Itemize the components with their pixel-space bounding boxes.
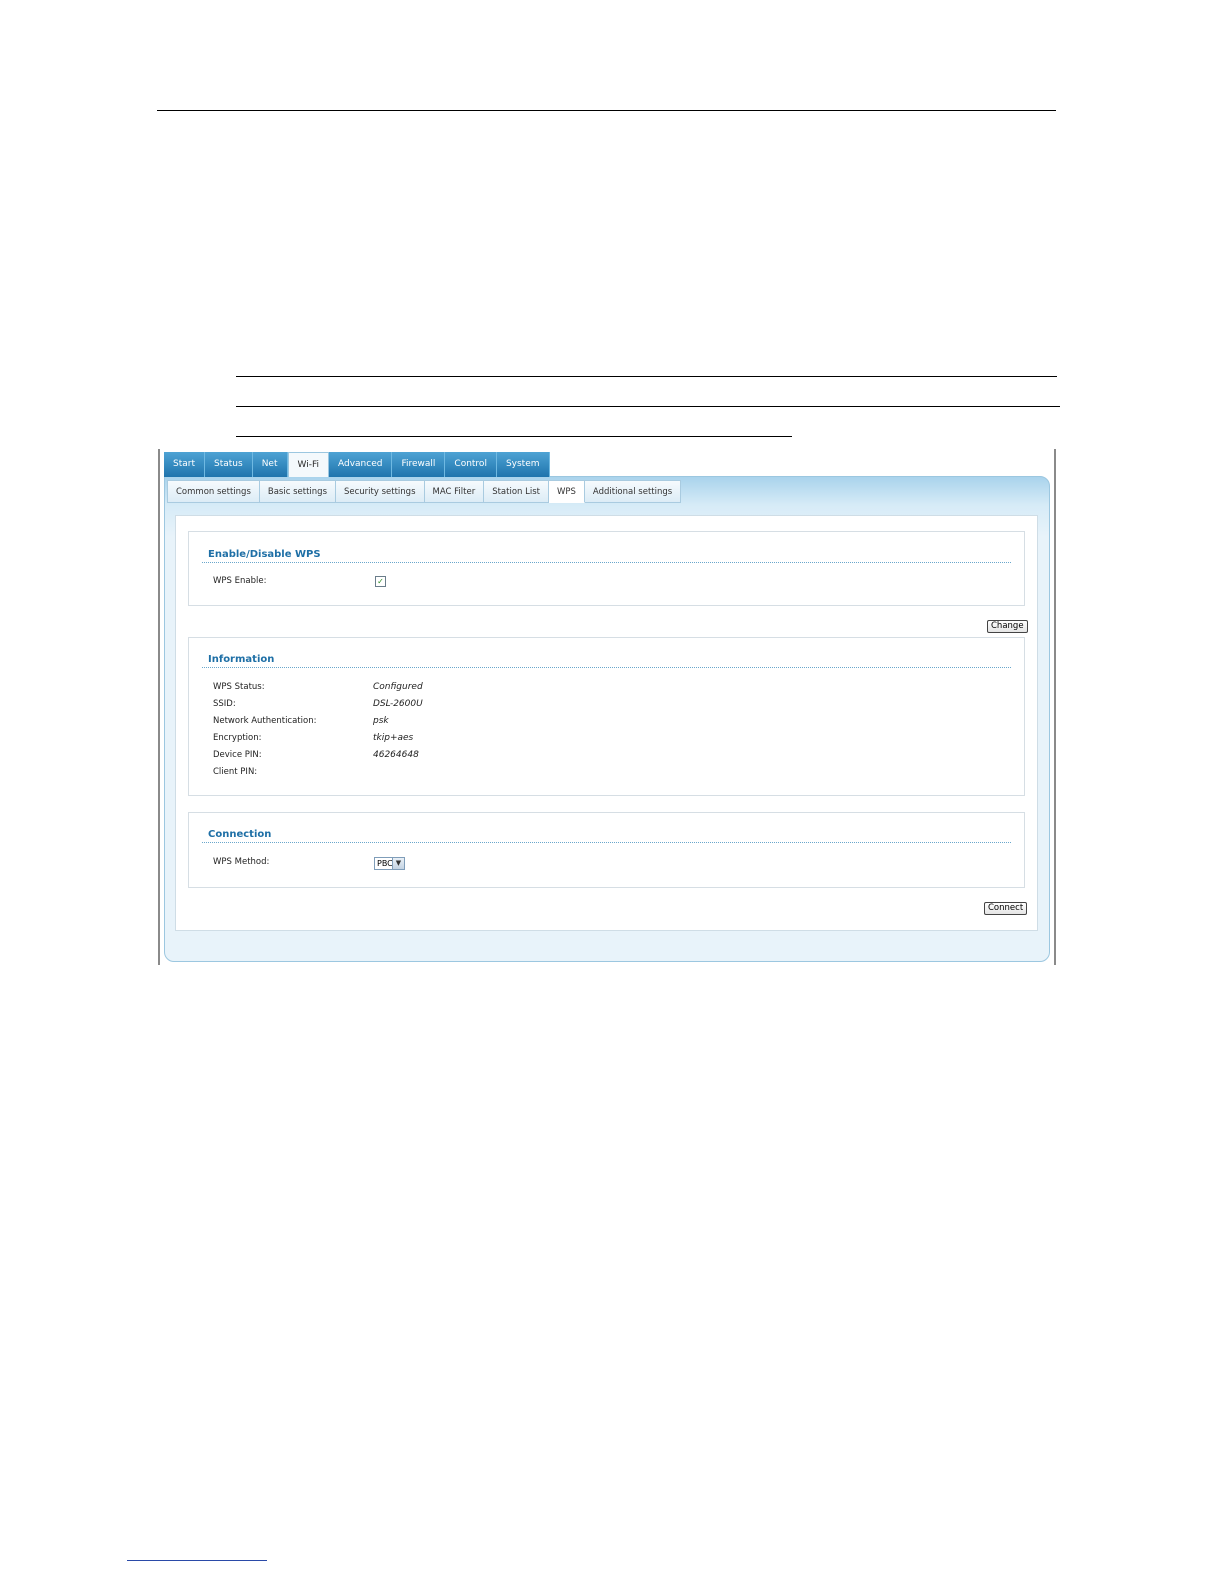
frame-right-border [1054, 449, 1056, 965]
footnote-rule [127, 1560, 267, 1561]
tab-wifi[interactable]: Wi-Fi [287, 452, 329, 477]
ssid-label: SSID: [213, 699, 236, 709]
network-authentication-value: psk [373, 716, 389, 726]
chevron-down-icon[interactable]: ▼ [392, 858, 404, 869]
subtab-common-settings[interactable]: Common settings [167, 480, 260, 503]
section-divider [202, 667, 1011, 668]
tab-system[interactable]: System [496, 452, 550, 477]
enable-wps-section: Enable/Disable WPS [188, 531, 1025, 606]
subtab-security-settings[interactable]: Security settings [336, 480, 425, 503]
tab-status[interactable]: Status [205, 452, 253, 477]
text-underline-1 [236, 376, 1057, 377]
device-pin-value: 46264648 [373, 750, 419, 760]
section-title-enable-wps: Enable/Disable WPS [208, 549, 321, 560]
connect-button[interactable]: Connect [984, 902, 1028, 915]
subtab-basic-settings[interactable]: Basic settings [259, 480, 336, 503]
subtab-wps[interactable]: WPS [548, 480, 585, 503]
connection-section: Connection [188, 812, 1025, 888]
section-title-information: Information [208, 654, 275, 665]
wps-method-select[interactable]: PBC ▼ [374, 857, 405, 870]
tab-advanced[interactable]: Advanced [328, 452, 393, 477]
client-pin-label: Client PIN: [213, 767, 258, 777]
section-divider [202, 562, 1011, 563]
change-button[interactable]: Change [987, 620, 1028, 633]
ssid-value: DSL-2600U [373, 699, 423, 709]
text-underline-2 [236, 406, 1060, 407]
tab-net[interactable]: Net [252, 452, 288, 477]
tab-control[interactable]: Control [445, 452, 497, 477]
subtab-additional-settings[interactable]: Additional settings [584, 480, 682, 503]
section-title-connection: Connection [208, 829, 272, 840]
sub-nav-tabs: Common settings Basic settings Security … [167, 480, 682, 503]
encryption-label: Encryption: [213, 733, 262, 743]
subtab-mac-filter[interactable]: MAC Filter [424, 480, 485, 503]
text-underline-3 [236, 436, 792, 437]
tab-firewall[interactable]: Firewall [392, 452, 446, 477]
wps-method-label: WPS Method: [213, 857, 270, 867]
section-divider [202, 842, 1011, 843]
wps-status-label: WPS Status: [213, 682, 265, 692]
network-authentication-label: Network Authentication: [213, 716, 317, 726]
wps-status-value: Configured [373, 682, 423, 692]
wps-enable-label: WPS Enable: [213, 576, 267, 586]
top-nav-tabs: Start Status Net Wi-Fi Advanced Firewall… [164, 452, 550, 477]
wps-enable-checkbox[interactable]: ✓ [375, 576, 386, 587]
wps-method-selected-value: PBC [377, 859, 393, 868]
encryption-value: tkip+aes [373, 733, 414, 743]
frame-left-border [158, 449, 160, 965]
subtab-station-list[interactable]: Station List [484, 480, 549, 503]
tab-start[interactable]: Start [164, 452, 205, 477]
page-header-rule [157, 110, 1056, 111]
device-pin-label: Device PIN: [213, 750, 262, 760]
